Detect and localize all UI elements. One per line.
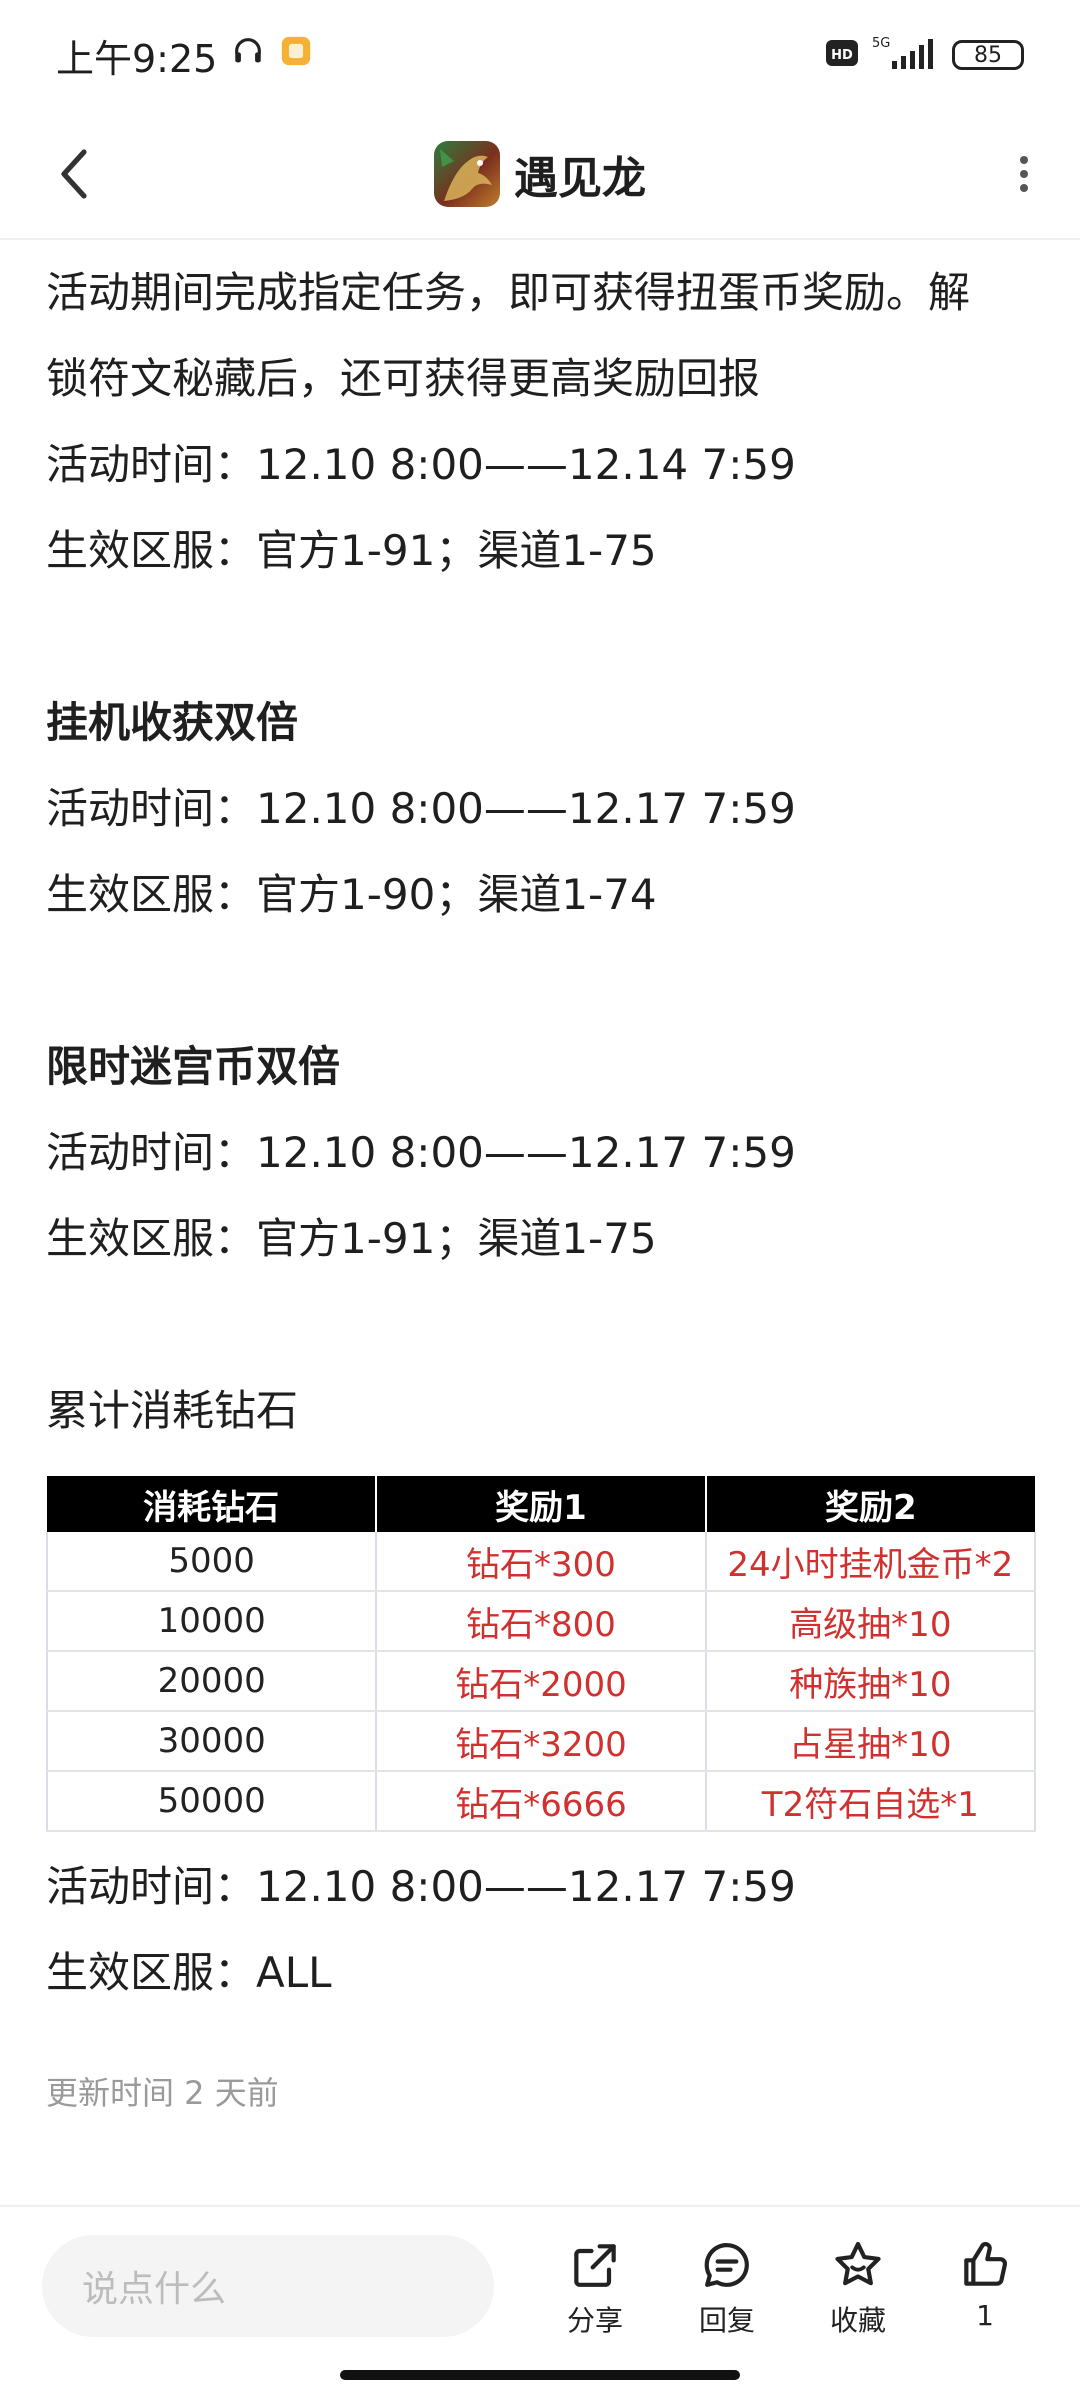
- share-icon: [574, 2244, 616, 2287]
- top-bar: 遇见龙: [0, 110, 1080, 238]
- home-indicator[interactable]: [340, 2370, 740, 2380]
- battery-level: 85: [974, 42, 1002, 68]
- table-row: 20000 钻石*2000 种族抽*10: [45, 1651, 1037, 1712]
- intro-event-servers: 生效区服：官方1-91；渠道1-75: [46, 526, 657, 575]
- thumbs-up-icon: [964, 2241, 1007, 2286]
- intro-event-time: 活动时间：12.10 8:00——12.14 7:59: [46, 440, 796, 489]
- table-header-row: 消耗钻石 奖励1 奖励2: [47, 1476, 1035, 1532]
- status-bar: 上午9:25 HD 5G 85: [0, 0, 1080, 110]
- signal-icon: 5G: [872, 35, 938, 75]
- table-cell: 24小时挂机金币*2: [705, 1532, 1037, 1592]
- section-diamond-time: 活动时间：12.10 8:00——12.17 7:59: [46, 1862, 796, 1911]
- diamond-reward-table: 消耗钻石 奖励1 奖励2 5000 钻石*300 24小时挂机金币*2 1000…: [45, 1476, 1037, 1832]
- intro-text-line-2: 锁符文秘藏后，还可获得更高奖励回报: [46, 354, 761, 403]
- back-button[interactable]: [38, 138, 110, 210]
- intro-text-line-1: 活动期间完成指定任务，即可获得扭蛋币奖励。解: [46, 268, 971, 317]
- star-icon: [835, 2241, 881, 2286]
- update-time: 更新时间 2 天前: [46, 2074, 279, 2112]
- table-row: 10000 钻石*800 高级抽*10: [45, 1591, 1037, 1652]
- table-cell: 钻石*3200: [376, 1711, 707, 1772]
- status-right: HD 5G 85: [826, 35, 1024, 75]
- article-content: 活动期间完成指定任务，即可获得扭蛋币奖励。解 锁符文秘藏后，还可获得更高奖励回报…: [45, 250, 1037, 2118]
- table-cell: 5000: [45, 1532, 378, 1592]
- status-time: 上午9:25: [56, 36, 218, 81]
- table-header-cell: 消耗钻石: [47, 1476, 378, 1532]
- table-header-cell: 奖励2: [705, 1476, 1035, 1532]
- hd-icon: HD: [826, 38, 858, 72]
- table-row: 30000 钻石*3200 占星抽*10: [45, 1711, 1037, 1772]
- status-left: 上午9:25: [56, 28, 313, 83]
- table-header-cell: 奖励1: [376, 1476, 707, 1532]
- battery-indicator: 85: [952, 40, 1024, 70]
- table-cell: 30000: [45, 1711, 378, 1772]
- table-cell: T2符石自选*1: [705, 1771, 1037, 1832]
- section-afk-time: 活动时间：12.10 8:00——12.17 7:59: [46, 784, 796, 833]
- comment-placeholder: 说点什么: [82, 2269, 227, 2310]
- bottom-action-bar: 说点什么 分享 回复 收藏 1: [0, 2207, 1080, 2362]
- table-row: 50000 钻石*6666 T2符石自选*1: [45, 1771, 1037, 1832]
- section-afk-servers: 生效区服：官方1-90；渠道1-74: [46, 870, 657, 919]
- svg-text:HD: HD: [831, 48, 853, 63]
- page-title: 遇见龙: [514, 153, 646, 204]
- comment-bubble-icon: [704, 2243, 749, 2287]
- section-diamond-servers: 生效区服：ALL: [46, 1948, 332, 1997]
- comment-input[interactable]: 说点什么: [42, 2235, 494, 2337]
- table-cell: 10000: [45, 1591, 378, 1652]
- table-cell: 20000: [45, 1651, 378, 1712]
- favorite-button[interactable]: 收藏: [803, 2237, 913, 2339]
- notification-app-icon: [279, 33, 313, 77]
- table-cell: 钻石*300: [376, 1532, 707, 1592]
- more-options-button[interactable]: [988, 134, 1060, 214]
- reply-button[interactable]: 回复: [672, 2237, 782, 2339]
- reply-label: 回复: [698, 2304, 755, 2337]
- section-title-afk-double: 挂机收获双倍: [46, 698, 299, 747]
- chevron-left-icon: [61, 149, 87, 199]
- table-row: 5000 钻石*300 24小时挂机金币*2: [45, 1532, 1037, 1592]
- network-type-label: 5G: [872, 36, 890, 51]
- headphones-icon: [231, 33, 265, 77]
- table-cell: 占星抽*10: [705, 1711, 1037, 1772]
- favorite-label: 收藏: [829, 2304, 886, 2337]
- table-cell: 高级抽*10: [705, 1591, 1037, 1652]
- header-divider: [0, 238, 1080, 240]
- share-label: 分享: [566, 2304, 623, 2337]
- table-cell: 50000: [45, 1771, 378, 1832]
- section-title-maze-coin-double: 限时迷宫币双倍: [46, 1042, 341, 1091]
- table-cell: 钻石*2000: [376, 1651, 707, 1712]
- table-cell: 种族抽*10: [705, 1651, 1037, 1712]
- table-cell: 钻石*6666: [376, 1771, 707, 1832]
- table-cell: 钻石*800: [376, 1591, 707, 1652]
- more-vertical-icon: [1020, 156, 1028, 192]
- like-button[interactable]: 1: [930, 2237, 1040, 2332]
- game-logo-icon: [434, 141, 500, 207]
- section-maze-servers: 生效区服：官方1-91；渠道1-75: [46, 1214, 657, 1263]
- title-group[interactable]: 遇见龙: [434, 141, 646, 207]
- section-maze-time: 活动时间：12.10 8:00——12.17 7:59: [46, 1128, 796, 1177]
- like-count: 1: [976, 2299, 994, 2332]
- section-title-diamond-spend: 累计消耗钻石: [46, 1386, 299, 1435]
- share-button[interactable]: 分享: [540, 2237, 650, 2339]
